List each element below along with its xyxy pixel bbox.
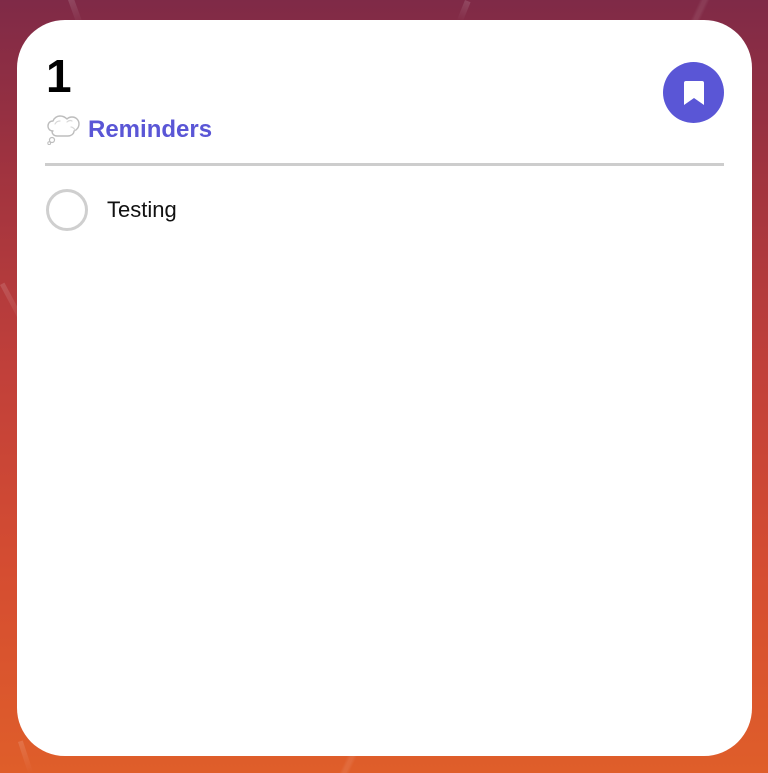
thought-balloon-icon: [47, 115, 80, 145]
reminder-count: 1: [46, 50, 72, 102]
list-item[interactable]: Testing: [46, 188, 177, 232]
open-list-button[interactable]: [663, 62, 724, 123]
bookmark-icon: [683, 80, 704, 105]
background-streak: [18, 740, 34, 773]
reminder-checkbox[interactable]: [46, 189, 88, 231]
list-title[interactable]: Reminders: [88, 116, 212, 144]
reminder-text: Testing: [107, 197, 177, 222]
header-divider: [45, 163, 724, 166]
reminders-widget[interactable]: 1 Reminders Testing: [17, 20, 752, 756]
list-header: Reminders: [46, 113, 212, 147]
